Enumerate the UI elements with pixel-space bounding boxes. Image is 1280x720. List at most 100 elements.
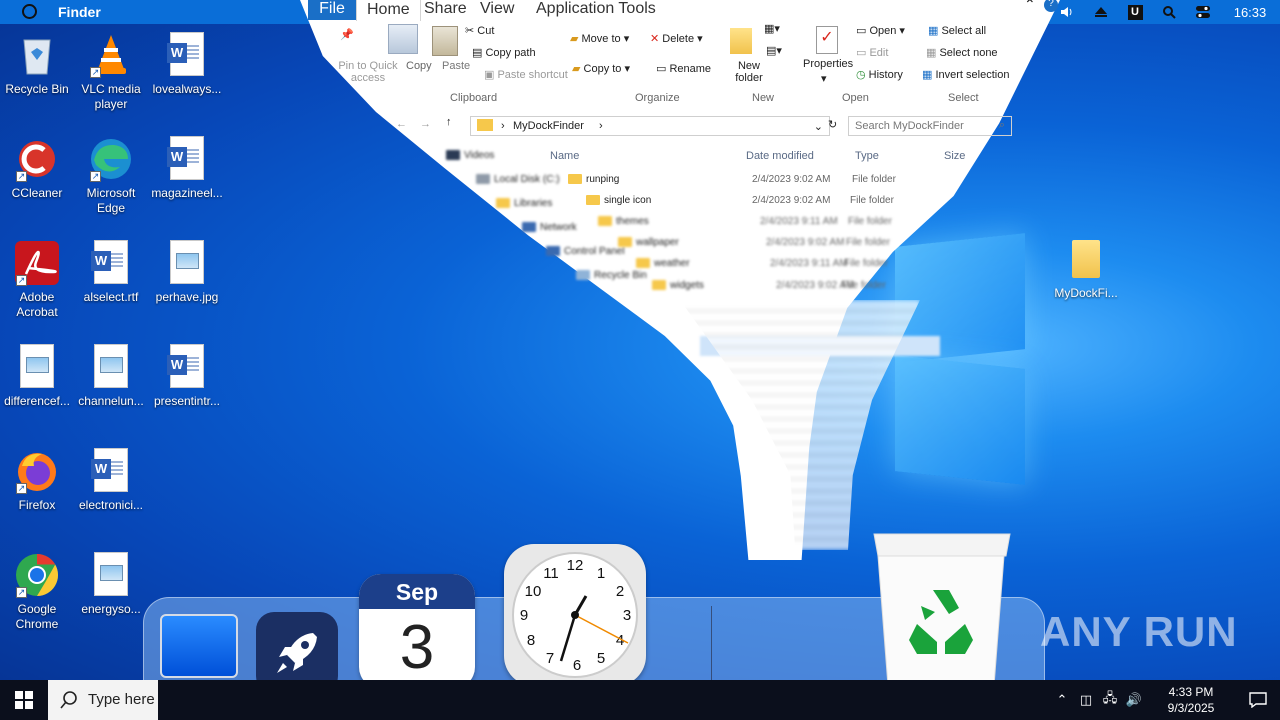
desktop-icon-mydockfinder[interactable]: MyDockFi... <box>1050 240 1122 300</box>
column-header-size[interactable]: Size <box>944 150 965 162</box>
easy-access-icon[interactable]: ▤▾ <box>766 44 782 57</box>
help-icon[interactable]: ? <box>1044 0 1058 12</box>
start-button[interactable] <box>0 680 48 720</box>
tab-view[interactable]: View <box>470 0 524 20</box>
dock-item-trash[interactable] <box>864 530 1018 690</box>
file-name: weather <box>654 258 690 269</box>
file-row-name[interactable]: themes <box>598 216 649 227</box>
vlc-icon: ↗ <box>88 32 134 78</box>
desktop-icon-vlc[interactable]: ↗ VLC media player <box>74 32 148 112</box>
move-to-button[interactable]: ▰ Move to ▾ <box>570 32 629 45</box>
file-row-name[interactable]: widgets <box>652 280 704 291</box>
desktop-icon-differencef[interactable]: differencef... <box>0 344 74 409</box>
ccleaner-icon: ↗ <box>14 136 60 182</box>
file-row-name[interactable]: weather <box>636 258 690 269</box>
desktop-icon-google-chrome[interactable]: ↗ Google Chrome <box>0 552 74 632</box>
meet-now-icon[interactable]: ◫ <box>1074 692 1098 708</box>
edit-button[interactable]: ▭ Edit <box>856 46 888 59</box>
eject-icon[interactable] <box>1084 0 1118 24</box>
column-header-type[interactable]: Type <box>855 150 879 162</box>
desktop-icon-presentintr[interactable]: W presentintr... <box>150 344 224 409</box>
nav-item-control-panel[interactable]: Control Panel <box>546 246 625 257</box>
delete-x-icon: ✕ <box>650 33 663 45</box>
speaker-icon[interactable]: 🔊 <box>1122 692 1146 708</box>
column-header-name[interactable]: Name <box>550 150 579 162</box>
properties-dropdown-icon[interactable]: ▾ <box>821 72 827 85</box>
file-row-name[interactable]: runping <box>568 174 619 185</box>
properties-button[interactable]: Properties <box>803 58 853 70</box>
svg-text:11: 11 <box>543 565 559 582</box>
paste-shortcut-label: Paste shortcut <box>497 69 568 81</box>
chevron-down-icon[interactable]: ⌄ <box>814 120 823 133</box>
minimize-ribbon-icon[interactable]: ⌃ <box>1024 0 1036 13</box>
tab-share[interactable]: Share <box>414 0 477 20</box>
breadcrumb-current[interactable]: MyDockFinder <box>513 120 584 132</box>
file-explorer-window[interactable]: File Home Share View Application Tools ⌃… <box>300 0 1060 560</box>
open-button[interactable]: ▭ Open ▾ <box>856 24 905 37</box>
nav-item-network[interactable]: Network <box>522 222 577 233</box>
nav-item-recycle-bin[interactable]: Recycle Bin <box>576 270 647 281</box>
search-input[interactable]: Search MyDockFinder ⌕ <box>848 116 1012 136</box>
desktop-icon-channelun[interactable]: channelun... <box>74 344 148 409</box>
paste-shortcut-button[interactable]: ▣ Paste shortcut <box>484 68 568 81</box>
tab-home[interactable]: Home <box>356 0 421 21</box>
pin-quick-access-button[interactable]: Pin to Quick access <box>338 60 398 84</box>
apple-circle-icon[interactable] <box>22 4 37 19</box>
invert-selection-button[interactable]: ▦ Invert selection <box>922 68 1009 81</box>
nav-item-videos[interactable]: Videos <box>446 150 494 161</box>
file-row-name[interactable]: single icon <box>586 195 651 206</box>
up-arrow-icon[interactable]: ↑ <box>446 116 452 128</box>
desktop-icon-adobe-acrobat[interactable]: ↗ Adobe Acrobat <box>0 240 74 320</box>
copy-to-button[interactable]: ▰ Copy to ▾ <box>572 62 630 75</box>
copy-button[interactable]: Copy <box>406 60 432 72</box>
new-folder-button[interactable]: New folder <box>732 60 766 84</box>
file-row-date: 2/4/2023 9:11 AM <box>760 216 838 227</box>
select-all-button[interactable]: ▦ Select all <box>928 24 986 37</box>
notification-button[interactable] <box>1236 692 1280 708</box>
select-none-button[interactable]: ▦ Select none <box>926 46 998 59</box>
address-bar[interactable]: › MyDockFinder › ⌄ <box>470 116 830 136</box>
taskbar-clock[interactable]: 4:33 PM 9/3/2025 <box>1146 684 1236 716</box>
desktop-icon-energyso[interactable]: energyso... <box>74 552 148 617</box>
column-header-date-modified[interactable]: Date modified <box>746 150 814 162</box>
desktop-icon-ccleaner[interactable]: ↗ CCleaner <box>0 136 74 201</box>
back-arrow-icon[interactable]: ← <box>396 118 407 130</box>
desktop-icon-recycle-bin[interactable]: Recycle Bin <box>0 32 74 97</box>
refresh-icon[interactable]: ↻ <box>828 118 837 131</box>
forward-arrow-icon[interactable]: → <box>420 118 431 130</box>
network-icon[interactable]: 🖧 <box>1098 689 1122 711</box>
desktop-icon-label: channelun... <box>78 394 144 408</box>
u-badge-icon[interactable]: U <box>1118 0 1152 24</box>
desktop-icon-microsoft-edge[interactable]: ↗ Microsoft Edge <box>74 136 148 216</box>
nav-item-local-disk[interactable]: Local Disk (C:) <box>476 174 560 185</box>
control-center-icon[interactable] <box>1186 0 1220 24</box>
desktop-icon-perhave[interactable]: perhave.jpg <box>150 240 224 305</box>
rename-button[interactable]: ▭ Rename <box>656 62 711 75</box>
taskbar-search-box[interactable]: Type here <box>48 680 158 720</box>
desktop-icon-alselect[interactable]: W alselect.rtf <box>74 240 148 305</box>
tab-file[interactable]: File <box>308 0 356 20</box>
cut-button[interactable]: ✂ Cut <box>465 24 494 37</box>
search-icon[interactable] <box>1152 0 1186 24</box>
dock-item-clock[interactable]: 12 1 2 345 678 9 10 11 <box>504 544 646 686</box>
search-placeholder: Search MyDockFinder <box>855 120 964 132</box>
chevron-up-icon[interactable]: ⌃ <box>1050 692 1074 708</box>
desktop-icon-label: Firefox <box>18 498 56 512</box>
active-app-name[interactable]: Finder <box>58 4 101 20</box>
delete-button[interactable]: ✕ Delete ▾ <box>650 32 703 45</box>
cut-label: Cut <box>477 25 495 37</box>
desktop-icon-magazineel[interactable]: W magazineel... <box>150 136 224 201</box>
file-row-name[interactable]: wallpaper <box>618 237 679 248</box>
desktop-icon-firefox[interactable]: ↗ Firefox <box>0 448 74 513</box>
desktop-icon-electronici[interactable]: W electronici... <box>74 448 148 513</box>
new-item-icon[interactable]: ▦▾ <box>764 22 780 35</box>
copy-path-button[interactable]: ▤ Copy path <box>472 46 536 59</box>
history-button[interactable]: ◷ History <box>856 68 903 81</box>
nav-item-libraries[interactable]: Libraries <box>496 198 552 209</box>
dock-item-calendar[interactable]: Sep 3 <box>359 574 475 689</box>
paste-button[interactable]: Paste <box>442 60 470 72</box>
desktop-icon-lovealways[interactable]: W lovealways... <box>150 32 224 97</box>
menu-bar-clock[interactable]: 16:33 <box>1220 5 1280 20</box>
network-icon <box>522 222 536 233</box>
tab-application-tools[interactable]: Application Tools <box>526 0 666 20</box>
